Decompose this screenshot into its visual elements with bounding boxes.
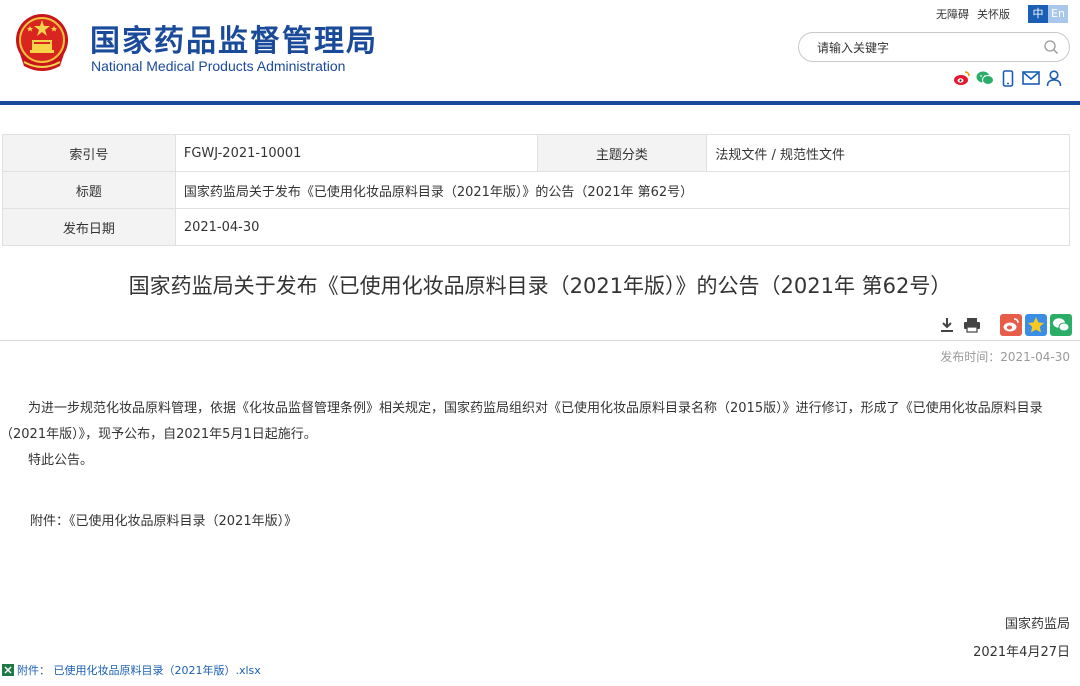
attachment-file-name[interactable]: 附件： 已使用化妆品原料目录（2021年版）.xlsx bbox=[17, 662, 261, 678]
weibo-share-icon[interactable] bbox=[1000, 314, 1022, 336]
user-icon[interactable] bbox=[1044, 68, 1064, 88]
signature-date: 2021年4月27日 bbox=[973, 645, 1070, 660]
publish-time: 发布时间：2021-04-30 bbox=[940, 350, 1070, 364]
article-title: 国家药监局关于发布《已使用化妆品原料目录（2021年版）》的公告（2021年 第… bbox=[128, 274, 952, 298]
lang-en-button[interactable]: En bbox=[1048, 5, 1068, 23]
document-meta-table: 索引号 FGWJ-2021-10001 主题分类 法规文件 / 规范性文件 标题… bbox=[2, 134, 1071, 246]
table-row: 标题 国家药监局关于发布《已使用化妆品原料目录（2021年版）》的公告（2021… bbox=[2, 171, 1071, 209]
national-emblem-icon bbox=[16, 14, 68, 71]
body-paragraph: 为进一步规范化妆品原料管理，依据《化妆品监督管理条例》相关规定，国家药监局组织对… bbox=[0, 401, 1043, 442]
signature-org: 国家药监局 bbox=[1004, 617, 1070, 632]
search-input[interactable] bbox=[817, 39, 1037, 57]
weibo-icon[interactable] bbox=[952, 68, 972, 88]
signature-block: 国家药监局 2021年4月27日 bbox=[973, 611, 1070, 667]
download-icon[interactable] bbox=[936, 314, 958, 336]
site-header: 国家药品监督管理局 National Medical Products Admi… bbox=[0, 0, 1080, 106]
category-label: 主题分类 bbox=[536, 134, 708, 172]
date-value: 2021-04-30 bbox=[174, 208, 1071, 246]
index-label: 索引号 bbox=[2, 134, 176, 172]
site-logo-subtitle[interactable]: National Medical Products Administration bbox=[91, 58, 345, 74]
top-links: 无障碍 关怀版 中 En bbox=[936, 4, 1068, 24]
language-switch: 中 En bbox=[1028, 5, 1068, 23]
title-value: 国家药监局关于发布《已使用化妆品原料目录（2021年版）》的公告（2021年 第… bbox=[174, 171, 1071, 209]
table-row: 发布日期 2021-04-30 bbox=[2, 208, 1071, 246]
accessibility-link[interactable]: 无障碍 bbox=[936, 6, 969, 22]
body-paragraph: 特此公告。 bbox=[28, 453, 94, 468]
date-label: 发布日期 bbox=[2, 208, 176, 246]
title-divider bbox=[0, 340, 1080, 341]
excel-file-icon bbox=[2, 664, 14, 676]
index-value: FGWJ-2021-10001 bbox=[174, 134, 538, 172]
attachment-file-link[interactable]: 附件： 已使用化妆品原料目录（2021年版）.xlsx bbox=[2, 662, 261, 678]
attachment-reference: 附件：《已使用化妆品原料目录（2021年版）》 bbox=[30, 514, 298, 529]
title-label: 标题 bbox=[2, 171, 176, 209]
article-tools bbox=[936, 314, 1075, 336]
qzone-share-icon[interactable] bbox=[1025, 314, 1047, 336]
lang-zh-button[interactable]: 中 bbox=[1028, 5, 1048, 23]
search-icon[interactable] bbox=[1043, 39, 1059, 55]
article-body: 为进一步规范化妆品原料管理，依据《化妆品监督管理条例》相关规定，国家药监局组织对… bbox=[0, 396, 1076, 474]
care-mode-link[interactable]: 关怀版 bbox=[977, 6, 1010, 22]
print-icon[interactable] bbox=[961, 314, 983, 336]
mail-icon[interactable] bbox=[1021, 68, 1041, 88]
site-logo-title[interactable]: 国家药品监督管理局 bbox=[90, 16, 378, 60]
social-links bbox=[952, 68, 1067, 88]
table-row: 索引号 FGWJ-2021-10001 主题分类 法规文件 / 规范性文件 bbox=[2, 134, 1070, 172]
header-divider bbox=[0, 101, 1080, 105]
search-box bbox=[798, 32, 1070, 62]
mobile-icon[interactable] bbox=[998, 68, 1018, 88]
category-value: 法规文件 / 规范性文件 bbox=[706, 134, 1070, 172]
wechat-share-icon[interactable] bbox=[1050, 314, 1072, 336]
wechat-icon[interactable] bbox=[975, 68, 995, 88]
